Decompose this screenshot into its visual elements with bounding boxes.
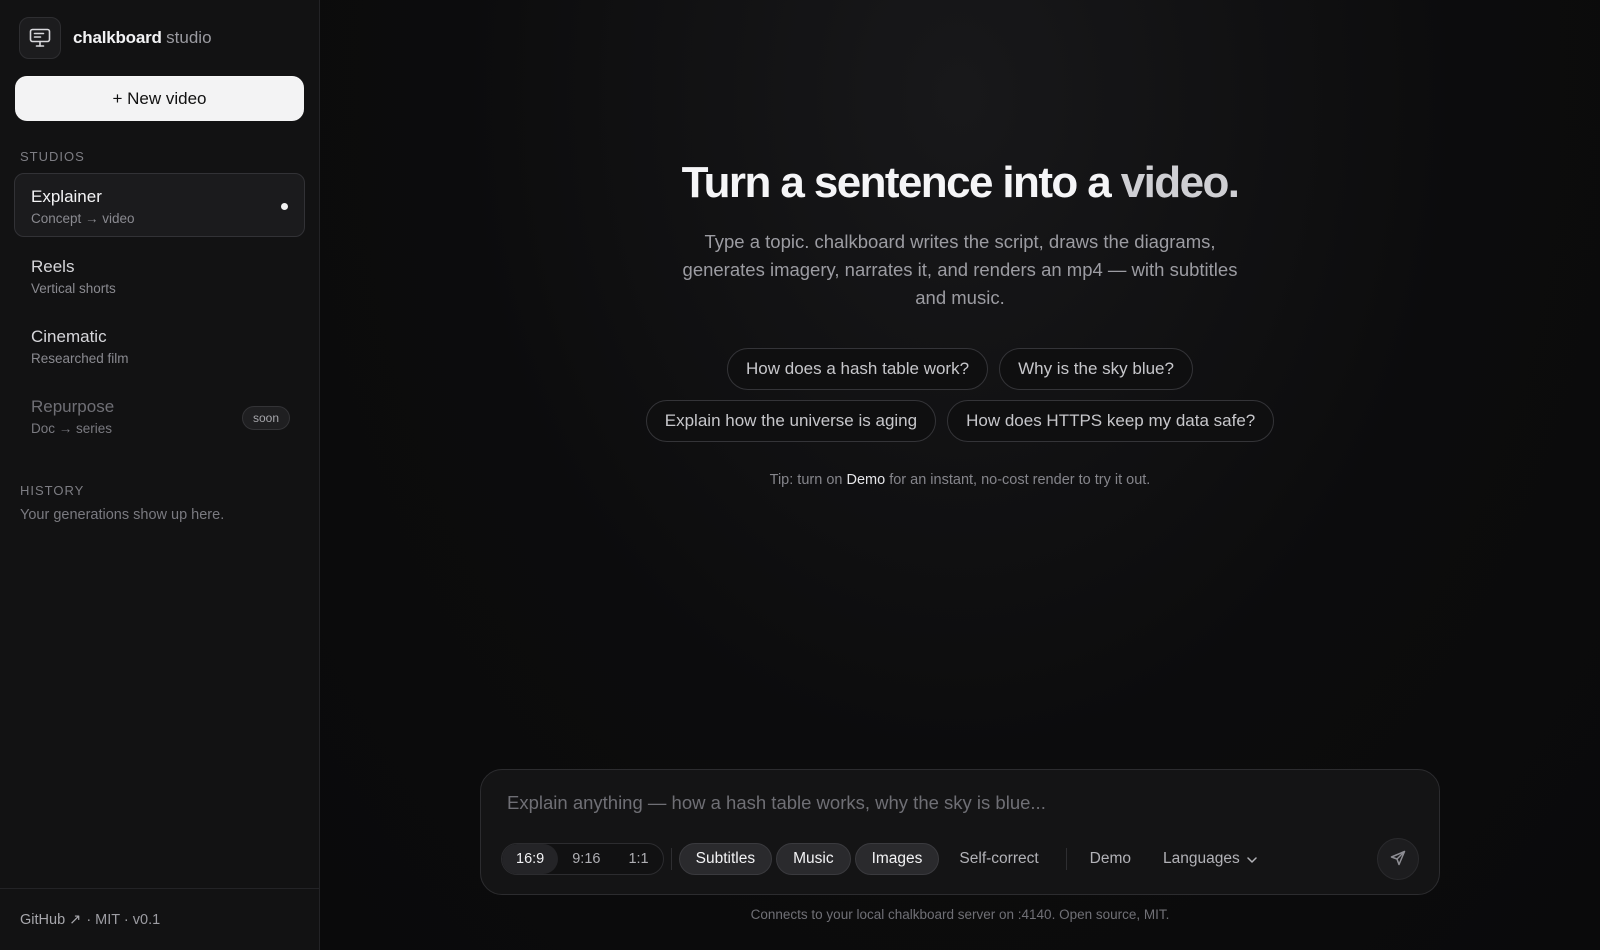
hero-subtitle: Type a topic. chalkboard writes the scri…: [682, 231, 1238, 308]
brand-name: chalkboard: [73, 28, 162, 47]
chevron-down-icon: [1247, 850, 1257, 868]
send-button[interactable]: [1377, 838, 1419, 880]
languages-label: Languages: [1163, 850, 1240, 867]
tip-suffix: for an instant, no-cost render to try it…: [889, 472, 1151, 488]
suggestion-chip[interactable]: Explain how the universe is aging: [645, 400, 937, 442]
subtitles-toggle[interactable]: Subtitles: [678, 843, 773, 875]
suggestion-chip[interactable]: Why is the sky blue?: [999, 348, 1193, 390]
history-empty-text: Your generations show up here.: [20, 507, 225, 523]
suggestion-chip[interactable]: How does a hash table work?: [727, 348, 989, 390]
studio-title: Cinematic: [31, 327, 107, 346]
studio-item-explainer[interactable]: Explainer Concept → video: [14, 173, 305, 237]
aspect-1-1[interactable]: 1:1: [614, 844, 662, 874]
studio-item-reels[interactable]: Reels Vertical shorts: [14, 243, 305, 307]
brand-suffix: studio: [166, 28, 212, 47]
sidebar: chalkboard studio + New video STUDIOS Ex…: [0, 0, 320, 950]
suggestion-chips: How does a hash table work? Why is the s…: [320, 348, 1600, 442]
license-version: · MIT · v0.1: [86, 911, 161, 928]
brand[interactable]: chalkboard studio: [0, 0, 319, 76]
hero-title-main: Turn a sentence into a: [681, 158, 1112, 207]
active-indicator-dot: [281, 203, 288, 210]
presentation-screen-icon: [19, 17, 61, 59]
hero-title-accent: video.: [1120, 158, 1240, 207]
aspect-16-9[interactable]: 16:9: [502, 844, 559, 874]
studio-title: Reels: [31, 257, 75, 276]
footnote: Connects to your local chalkboard server…: [750, 907, 1170, 922]
languages-dropdown[interactable]: Languages: [1151, 843, 1269, 875]
self-correct-toggle[interactable]: Self-correct: [943, 843, 1054, 875]
studio-item-repurpose: Repurpose Doc → series soon: [14, 383, 305, 447]
hero: Turn a sentence into a video. Type a top…: [320, 158, 1600, 488]
composer: 16:9 9:16 1:1 Subtitles Music Images Sel…: [480, 769, 1440, 895]
suggestion-chip[interactable]: How does HTTPS keep my data safe?: [947, 400, 1275, 442]
studio-desc: Vertical shorts: [31, 281, 116, 296]
soon-badge: soon: [241, 406, 290, 430]
tip-text: Tip: turn on Demo for an instant, no-cos…: [320, 472, 1600, 488]
studio-desc: Researched film: [31, 351, 129, 366]
github-link[interactable]: GitHub ↗: [20, 912, 81, 928]
chip-row: Explain how the universe is aging How do…: [645, 400, 1275, 442]
images-toggle[interactable]: Images: [854, 843, 940, 875]
app-root: chalkboard studio + New video STUDIOS Ex…: [0, 0, 1600, 950]
studios-section-label: STUDIOS: [20, 149, 85, 164]
tip-prefix: Tip: turn on: [769, 472, 843, 488]
studio-desc: Concept → video: [31, 211, 135, 226]
chip-row: How does a hash table work? Why is the s…: [727, 348, 1193, 390]
new-video-button[interactable]: + New video: [15, 76, 304, 121]
send-arrow-icon: [1390, 850, 1406, 869]
aspect-9-16[interactable]: 9:16: [558, 844, 614, 874]
divider: [1065, 848, 1067, 870]
main-area: Turn a sentence into a video. Type a top…: [320, 0, 1600, 950]
demo-toggle[interactable]: Demo: [1074, 843, 1147, 875]
studio-title: Explainer: [31, 187, 102, 206]
sidebar-footer: GitHub ↗ · MIT · v0.1: [0, 888, 319, 950]
prompt-input[interactable]: [507, 792, 1387, 814]
studio-item-cinematic[interactable]: Cinematic Researched film: [14, 313, 305, 377]
aspect-ratio-selector: 16:9 9:16 1:1: [501, 843, 664, 875]
composer-toolbar: 16:9 9:16 1:1 Subtitles Music Images Sel…: [501, 838, 1419, 880]
music-toggle[interactable]: Music: [776, 843, 851, 875]
hero-title: Turn a sentence into a video.: [320, 158, 1600, 208]
tip-demo-highlight: Demo: [846, 472, 886, 488]
history-section-label: HISTORY: [20, 483, 85, 498]
divider: [670, 848, 672, 870]
